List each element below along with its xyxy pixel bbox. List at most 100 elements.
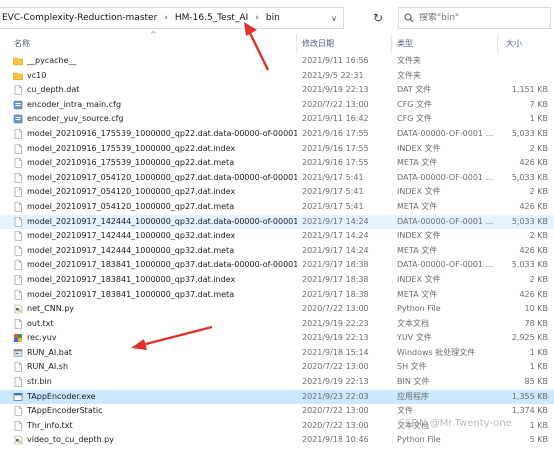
file-row[interactable]: model_20210917_054120_1000000_qp27.dat.d… xyxy=(0,171,554,186)
file-size: 2 KB xyxy=(529,274,548,284)
file-row[interactable]: model_20210917_054120_1000000_qp27.dat.i… xyxy=(0,185,554,200)
file-type: YUV 文件 xyxy=(397,333,432,343)
file-type: 文件夹 xyxy=(397,56,421,65)
file-name: model_20210916_175539_1000000_qp22.dat.m… xyxy=(27,158,235,168)
file-row[interactable]: model_20210917_183841_1000000_qp37.dat.d… xyxy=(0,258,554,273)
file-type: 文件夹 xyxy=(397,70,421,80)
file-name: model_20210916_175539_1000000_qp22.dat.i… xyxy=(27,143,236,153)
file-row[interactable]: model_20210917_142444_1000000_qp32.dat.i… xyxy=(0,229,554,244)
file-row[interactable]: model_20210916_175539_1000000_qp22.dat.d… xyxy=(0,127,554,142)
file-icon xyxy=(13,158,22,169)
file-row[interactable]: net_CNN.py 2020/7/22 13:00 Python File 10 K… xyxy=(0,302,554,317)
file-size: 1 KB xyxy=(529,362,548,372)
file-icon xyxy=(13,318,22,330)
file-date: 2020/7/22 13:00 xyxy=(302,304,369,314)
file-name: net_CNN.py xyxy=(27,304,75,314)
file-row[interactable]: model_20210916_175539_1000000_qp22.dat.m… xyxy=(0,156,554,171)
file-name: encoder_intra_main.cfg xyxy=(27,99,122,109)
file-size: 2 KB xyxy=(529,143,548,153)
file-row[interactable]: rec.yuv 2021/9/19 22:13 YUV 文件 2,925 KB xyxy=(0,331,554,346)
file-icon xyxy=(13,216,22,228)
folder-icon xyxy=(13,71,23,82)
file-row[interactable]: video_to_cu_depth.py 2021/9/18 10:46 Pytho… xyxy=(0,433,554,448)
file-row[interactable]: TAppEncoder.exe 2021/9/23 22:03 应用程序 1,355 … xyxy=(0,389,554,405)
file-name: model_20210917_142444_1000000_qp32.dat.i… xyxy=(27,231,236,241)
file-date: 2021/9/19 22:23 xyxy=(302,318,369,328)
file-row[interactable]: model_20210917_054120_1000000_qp27.dat.m… xyxy=(0,200,554,215)
file-icon xyxy=(13,85,22,96)
file-size: 1 KB xyxy=(529,114,548,124)
file-row[interactable]: model_20210917_183841_1000000_qp37.dat.m… xyxy=(0,288,554,303)
file-date: 2021/9/17 14:24 xyxy=(302,231,369,241)
file-icon xyxy=(13,289,22,301)
file-row[interactable]: __pycache__ 2021/9/11 16:56 文件夹 xyxy=(0,54,554,69)
file-row[interactable]: model_20210917_142444_1000000_qp32.dat.m… xyxy=(0,244,554,259)
file-size: 1 KB xyxy=(529,347,548,357)
python-file-icon xyxy=(13,304,23,315)
file-type: CFG 文件 xyxy=(397,99,432,109)
file-row[interactable]: TAppEncoderStatic 2020/7/22 13:00 文件 1,374 … xyxy=(0,404,554,419)
file-row[interactable]: model_20210917_142444_1000000_qp32.dat.d… xyxy=(0,214,554,230)
file-row[interactable]: vc10 2021/9/5 22:31 文件夹 xyxy=(0,69,554,84)
column-divider[interactable] xyxy=(296,34,297,54)
file-date: 2021/9/11 16:56 xyxy=(302,56,369,65)
breadcrumb-evc[interactable]: EVC-Complexity-Reduction-master xyxy=(0,13,159,23)
column-divider[interactable] xyxy=(391,34,392,54)
folder-icon xyxy=(13,56,23,67)
breadcrumb-separator[interactable]: › xyxy=(250,13,264,23)
file-size: 5,033 KB xyxy=(511,260,548,270)
column-divider[interactable] xyxy=(497,34,498,54)
breadcrumb-bin[interactable]: bin xyxy=(264,13,282,23)
file-date: 2020/7/22 13:00 xyxy=(302,362,369,372)
file-date: 2021/9/17 5:41 xyxy=(302,187,364,197)
file-icon xyxy=(13,202,22,213)
file-type: DATA-00000-OF-0001 ... xyxy=(397,172,494,182)
file-row[interactable]: model_20210917_183841_1000000_qp37.dat.i… xyxy=(0,273,554,288)
file-row[interactable]: model_20210916_175539_1000000_qp22.dat.i… xyxy=(0,142,554,157)
file-type: 文本文档 xyxy=(397,318,429,328)
column-size[interactable]: 大小 xyxy=(506,38,522,49)
file-row[interactable]: encoder_intra_main.cfg 2020/7/22 13:00 CFG… xyxy=(0,98,554,113)
file-row[interactable]: RUN_AI.sh 2020/7/22 13:00 SH 文件 1 KB xyxy=(0,360,554,375)
file-type: CFG 文件 xyxy=(397,114,432,124)
column-date[interactable]: 修改日期 xyxy=(302,38,334,49)
file-date: 2020/7/22 13:00 xyxy=(302,99,369,109)
file-row[interactable]: str.bin 2021/9/19 22:13 BIN 文件 85 KB xyxy=(0,375,554,390)
file-row[interactable]: encoder_yuv_source.cfg 2021/9/11 16:42 CFG… xyxy=(0,112,554,127)
column-name[interactable]: 名称 xyxy=(14,38,30,49)
refresh-icon: ↻ xyxy=(372,11,384,25)
file-type: INDEX 文件 xyxy=(397,143,441,153)
file-name: model_20210917_183841_1000000_qp37.dat.m… xyxy=(27,289,235,299)
address-bar[interactable]: EVC-Complexity-Reduction-master › HM-16.… xyxy=(0,7,344,29)
file-icon xyxy=(13,245,22,257)
file-type: INDEX 文件 xyxy=(397,274,441,284)
file-icon xyxy=(13,187,22,198)
file-type: META 文件 xyxy=(397,201,438,211)
file-type: Python File xyxy=(397,304,441,314)
file-size: 10 KB xyxy=(524,304,548,314)
search-box[interactable] xyxy=(398,7,551,29)
column-type[interactable]: 类型 xyxy=(397,38,413,49)
file-row[interactable]: out.txt 2021/9/19 22:23 文本文档 78 KB xyxy=(0,317,554,332)
file-name: video_to_cu_depth.py xyxy=(27,435,114,445)
file-row[interactable]: cu_depth.dat 2021/9/19 22:13 DAT 文件 1,151 K… xyxy=(0,83,554,98)
breadcrumb-hm[interactable]: HM-16.5_Test_AI xyxy=(173,13,250,23)
file-row[interactable]: RUN_AI.bat 2021/9/18 15:14 Windows 批处理文件 1 … xyxy=(0,346,554,361)
breadcrumb-separator[interactable]: › xyxy=(159,13,173,23)
search-input[interactable] xyxy=(419,13,539,23)
file-icon xyxy=(13,231,22,242)
file-date: 2021/9/23 22:03 xyxy=(302,391,369,401)
file-date: 2021/9/17 18:38 xyxy=(302,260,369,270)
chevron-down-icon[interactable]: ∨ xyxy=(325,8,343,28)
file-size: 1,374 KB xyxy=(511,406,548,416)
file-type: DAT 文件 xyxy=(397,85,432,95)
file-name: cu_depth.dat xyxy=(27,85,80,95)
file-size: 85 KB xyxy=(524,377,548,387)
file-size: 426 KB xyxy=(519,289,548,299)
file-date: 2021/9/17 18:38 xyxy=(302,289,369,299)
refresh-button[interactable]: ↻ xyxy=(368,9,388,27)
file-name: RUN_AI.bat xyxy=(27,347,72,357)
file-name: model_20210917_183841_1000000_qp37.dat.d… xyxy=(27,260,297,270)
file-type: META 文件 xyxy=(397,289,438,299)
file-type: INDEX 文件 xyxy=(397,187,441,197)
